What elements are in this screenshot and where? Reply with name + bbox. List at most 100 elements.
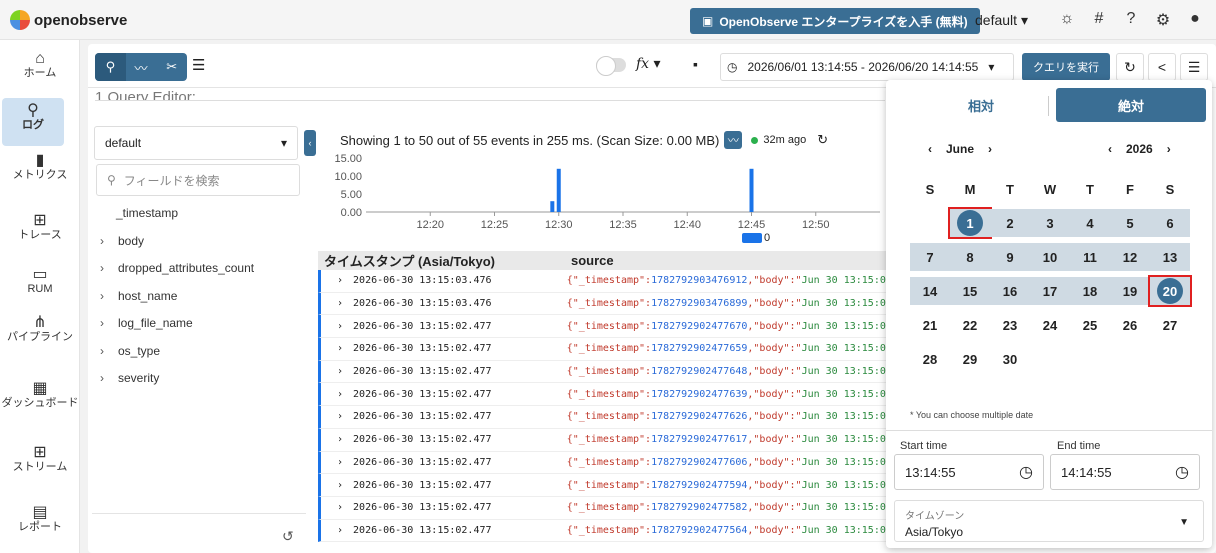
col-header-timestamp[interactable]: タイムスタンプ (Asia/Tokyo) <box>318 251 571 270</box>
calendar-day[interactable]: 8 <box>950 243 990 271</box>
nav-item-4[interactable]: ▭ RUM <box>0 267 80 296</box>
chevron-right-icon[interactable]: › <box>337 525 343 536</box>
field-item[interactable]: › log_file_name <box>100 316 193 330</box>
calendar-day[interactable]: 19 <box>1110 277 1150 305</box>
menu-icon[interactable]: ☰ <box>192 56 205 74</box>
chevron-right-icon[interactable]: › <box>988 142 992 156</box>
field-item[interactable]: › severity <box>100 371 159 385</box>
histogram-bar[interactable] <box>749 168 754 212</box>
calendar-day[interactable]: 24 <box>1030 311 1070 339</box>
reset-fields-icon[interactable]: ↺ <box>282 528 294 545</box>
chart-legend[interactable]: 0 <box>742 232 770 244</box>
calendar-day[interactable]: 17 <box>1030 277 1070 305</box>
table-row[interactable]: › 2026-06-30 13:15:02.477 {"_timestamp":17… <box>318 428 886 452</box>
chevron-right-icon[interactable]: › <box>337 298 343 309</box>
run-query-button[interactable]: クエリを実行 <box>1022 53 1110 81</box>
calendar-day[interactable]: 10 <box>1030 243 1070 271</box>
chevron-left-icon[interactable]: ‹ <box>1108 142 1112 156</box>
calendar-day[interactable]: 2 <box>990 209 1030 237</box>
calendar-day[interactable]: 9 <box>990 243 1030 271</box>
function-selector[interactable]: fx ▾ <box>636 56 661 72</box>
table-row[interactable]: › 2026-06-30 13:15:02.477 {"_timestamp":17… <box>318 360 886 384</box>
end-time-input[interactable]: 14:14:55 ◷ <box>1050 454 1200 490</box>
more-menu-icon[interactable]: ☰ <box>1180 53 1208 81</box>
field-item[interactable]: _timestamp <box>116 206 178 220</box>
chevron-right-icon[interactable]: › <box>100 234 108 248</box>
table-row[interactable]: › 2026-06-30 13:15:02.477 {"_timestamp":17… <box>318 383 886 407</box>
nav-item-3[interactable]: ⊞ トレース <box>0 213 80 242</box>
clock-icon[interactable]: ◷ <box>1019 462 1033 482</box>
chevron-right-icon[interactable]: › <box>100 371 108 385</box>
table-row[interactable]: › 2026-06-30 13:15:02.477 {"_timestamp":17… <box>318 338 886 361</box>
chevron-right-icon[interactable]: › <box>337 457 343 468</box>
table-row[interactable]: › 2026-06-30 13:15:02.477 {"_timestamp":17… <box>318 406 886 429</box>
histogram-bar[interactable] <box>550 201 555 212</box>
share-icon[interactable]: < <box>1148 53 1176 81</box>
table-row[interactable]: › 2026-06-30 13:15:02.477 {"_timestamp":17… <box>318 496 886 520</box>
user-icon[interactable]: ● <box>1185 10 1205 30</box>
calendar-day[interactable]: 11 <box>1070 243 1110 271</box>
table-row[interactable]: › 2026-06-30 13:15:02.477 {"_timestamp":17… <box>318 519 886 543</box>
chevron-right-icon[interactable]: › <box>337 434 343 445</box>
enterprise-button[interactable]: ▣ OpenObserve エンタープライズを入手 (無料) <box>690 8 980 34</box>
calendar-day[interactable]: 4 <box>1070 209 1110 237</box>
org-selector[interactable]: default ▾ <box>975 12 1028 29</box>
calendar-day[interactable]: 30 <box>990 345 1030 373</box>
calendar-day[interactable]: 7 <box>910 243 950 271</box>
refresh-icon[interactable]: ↻ <box>817 132 828 148</box>
function-toggle[interactable] <box>596 56 626 76</box>
calendar-day[interactable]: 3 <box>1030 209 1070 237</box>
calendar-day[interactable]: 15 <box>950 277 990 305</box>
chevron-left-icon[interactable]: ‹ <box>928 142 932 156</box>
nav-item-7[interactable]: ⊞ ストリーム <box>0 445 80 474</box>
calendar-day[interactable]: 12 <box>1110 243 1150 271</box>
chevron-right-icon[interactable]: › <box>337 480 343 491</box>
nav-item-5[interactable]: ⋔ パイプライン <box>0 315 80 344</box>
calendar-day[interactable]: 29 <box>950 345 990 373</box>
calendar-day[interactable]: 5 <box>1110 209 1150 237</box>
calendar-day[interactable]: 21 <box>910 311 950 339</box>
nav-item-0[interactable]: ⌂ ホーム <box>0 51 80 80</box>
chevron-right-icon[interactable]: › <box>337 411 343 422</box>
calendar-day[interactable]: 6 <box>1150 209 1190 237</box>
calendar-day[interactable]: 20 <box>1148 275 1192 307</box>
nav-item-1[interactable]: ⚲ ログ <box>2 98 64 146</box>
calendar-day[interactable]: 26 <box>1110 311 1150 339</box>
field-item[interactable]: › host_name <box>100 289 177 303</box>
calendar-day[interactable]: 16 <box>990 277 1030 305</box>
calendar-day[interactable]: 14 <box>910 277 950 305</box>
field-item[interactable]: › os_type <box>100 344 160 358</box>
chevron-right-icon[interactable]: › <box>337 366 343 377</box>
nav-item-6[interactable]: ▦ ダッシュボード <box>0 381 80 410</box>
start-time-input[interactable]: 13:14:55 ◷ <box>894 454 1044 490</box>
chevron-right-icon[interactable]: › <box>100 289 108 303</box>
table-row[interactable]: › 2026-06-30 13:15:03.476 {"_timestamp":17… <box>318 292 886 316</box>
nav-item-2[interactable]: ▮ メトリクス <box>0 153 80 182</box>
table-row[interactable]: › 2026-06-30 13:15:03.476 {"_timestamp":17… <box>318 270 886 293</box>
calendar-day[interactable]: 1 <box>948 207 992 239</box>
chevron-right-icon[interactable]: › <box>100 261 108 275</box>
slack-icon[interactable]: # <box>1089 10 1109 30</box>
settings-gear-icon[interactable]: ⚙ <box>1153 10 1173 30</box>
histogram-bar[interactable] <box>556 168 561 212</box>
help-icon[interactable]: ? <box>1121 10 1141 30</box>
app-logo[interactable]: openobserve <box>10 10 127 30</box>
table-row[interactable]: › 2026-06-30 13:15:02.477 {"_timestamp":17… <box>318 474 886 497</box>
save-icon[interactable]: ▪ <box>693 56 698 72</box>
field-search-input[interactable]: ⚲ フィールドを検索 <box>96 164 300 196</box>
calendar-day[interactable]: 27 <box>1150 311 1190 339</box>
refresh-icon[interactable]: ↻ <box>1116 53 1144 81</box>
timezone-select[interactable]: タイムゾーン Asia/Tokyo ▼ <box>894 500 1204 542</box>
chevron-right-icon[interactable]: › <box>1167 142 1171 156</box>
search-mode-icon[interactable]: ⚲ <box>95 53 126 81</box>
chevron-right-icon[interactable]: › <box>337 389 343 400</box>
collapse-panel-button[interactable]: ‹ <box>304 130 316 156</box>
tab-relative[interactable]: 相対 <box>906 88 1056 122</box>
visualize-icon[interactable]: 〰 <box>126 53 157 81</box>
field-item[interactable]: › dropped_attributes_count <box>100 261 254 275</box>
nav-item-8[interactable]: ▤ レポート <box>0 505 80 534</box>
chevron-right-icon[interactable]: › <box>337 321 343 332</box>
chevron-right-icon[interactable]: › <box>337 502 343 513</box>
date-range-selector[interactable]: ◷ 2026/06/01 13:14:55 - 2026/06/20 14:14:… <box>720 53 1014 81</box>
chevron-right-icon[interactable]: › <box>337 343 343 354</box>
